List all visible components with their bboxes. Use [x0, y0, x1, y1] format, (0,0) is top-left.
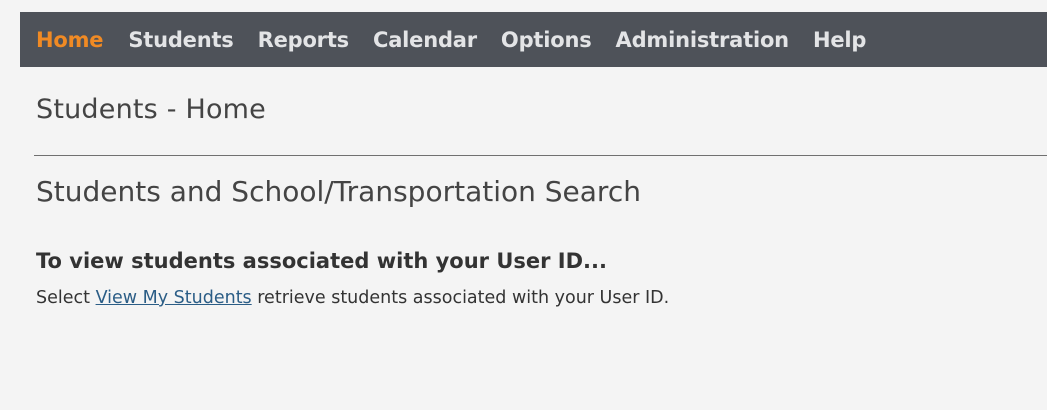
section-title: Students and School/Transportation Searc…	[36, 175, 641, 208]
nav-item-administration[interactable]: Administration	[616, 28, 790, 52]
view-my-students-link[interactable]: View My Students	[96, 288, 252, 308]
nav-item-home[interactable]: Home	[36, 28, 104, 52]
title-divider	[34, 155, 1047, 156]
hint-suffix: retrieve students associated with your U…	[251, 288, 670, 308]
nav-item-help[interactable]: Help	[813, 28, 866, 52]
page-title: Students - Home	[36, 94, 266, 125]
page: Home Students Reports Calendar Options A…	[0, 0, 1047, 410]
hint-heading: To view students associated with your Us…	[36, 249, 607, 273]
nav-item-reports[interactable]: Reports	[258, 28, 350, 52]
nav-item-calendar[interactable]: Calendar	[373, 28, 477, 52]
hint-text: Select View My Students retrieve student…	[36, 288, 669, 308]
hint-prefix: Select	[36, 288, 96, 308]
nav-item-options[interactable]: Options	[501, 28, 592, 52]
nav-item-students[interactable]: Students	[128, 28, 233, 52]
main-nav-bar: Home Students Reports Calendar Options A…	[20, 12, 1047, 67]
